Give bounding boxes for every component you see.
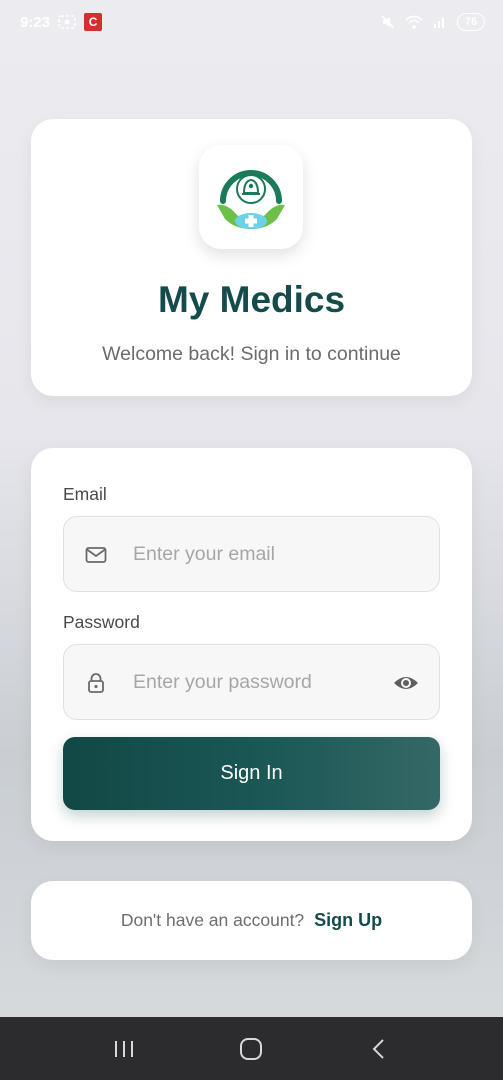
password-label: Password [63,612,140,632]
email-field-container[interactable] [63,516,440,592]
hero-card: My Medics Welcome back! Sign in to conti… [31,119,472,396]
welcome-subtitle: Welcome back! Sign in to continue [102,343,401,365]
signup-card: Don't have an account? Sign Up [31,881,472,960]
eye-icon[interactable] [393,671,419,695]
recents-button[interactable] [94,1024,154,1074]
sign-in-button[interactable]: Sign In [63,737,440,810]
mute-icon [379,14,397,30]
status-left: 9:23 C [20,13,103,31]
screenshot-icon [58,14,76,30]
lock-icon [88,673,104,693]
app-notification-badge: C [84,13,103,31]
email-input[interactable] [133,517,393,591]
recents-icon [114,1040,133,1057]
status-right: 76 [379,13,485,31]
home-icon [240,1037,263,1060]
back-icon [372,1038,384,1059]
email-label: Email [63,484,107,504]
signal-icon [431,14,449,30]
app-title: My Medics [157,279,346,320]
mail-icon [85,547,107,563]
app-logo [199,145,303,249]
status-bar: 9:23 C 76 [0,0,503,44]
battery-indicator: 76 [457,13,485,31]
password-input[interactable] [133,645,393,719]
login-form-card: Email Password Sign In [31,448,472,841]
signup-prompt: Don't have an account? [120,910,305,930]
password-field-container[interactable] [63,644,440,720]
back-button[interactable] [349,1024,409,1074]
sign-up-link[interactable]: Sign Up [314,910,382,931]
wifi-icon [405,14,423,30]
status-time: 9:23 [20,13,51,31]
home-button[interactable] [221,1024,281,1074]
system-nav-bar [0,1017,503,1080]
medics-logo-icon [217,170,285,229]
